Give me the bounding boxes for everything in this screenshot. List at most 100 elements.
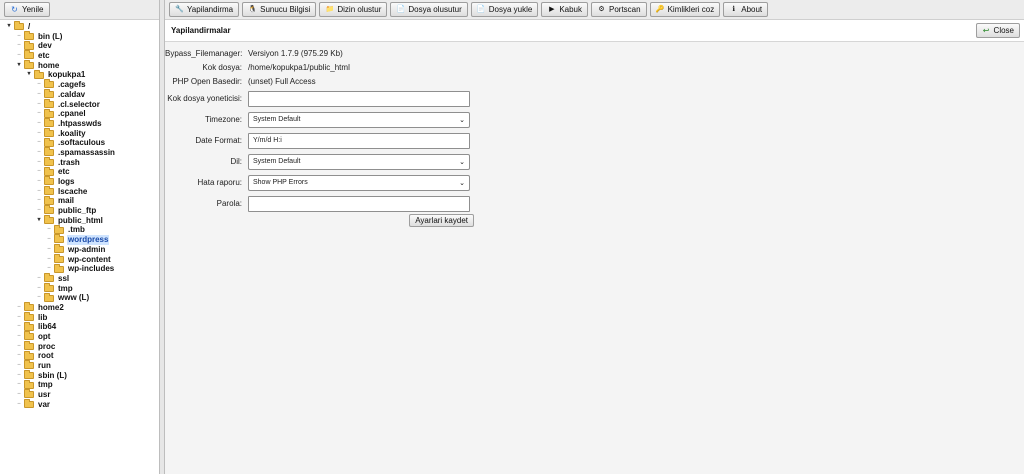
tree-node-label: mail — [58, 196, 75, 206]
folder-icon — [44, 147, 54, 157]
tree-connector-icon: – — [37, 207, 41, 214]
shell-icon: ▶ — [549, 6, 555, 13]
language-select[interactable]: System Default ⌄ — [248, 153, 470, 170]
tree-node[interactable]: ▾ public_html — [0, 215, 159, 226]
tree-node-label: public_ftp — [58, 206, 97, 216]
tree-node[interactable]: – public_ftp — [0, 205, 159, 216]
password-input[interactable] — [248, 195, 470, 212]
linux-icon: 🐧 — [248, 6, 257, 13]
folder-icon — [44, 205, 54, 215]
chevron-down-icon: ⌄ — [459, 179, 465, 187]
toolbar-button-label: Portscan — [609, 5, 641, 14]
toolbar-button-kabuk[interactable]: ▶ Kabuk — [541, 2, 588, 17]
tree-node[interactable]: – wp-admin — [0, 244, 159, 255]
tree-node[interactable]: – bin (L) — [0, 31, 159, 42]
tree-node-label: sbin (L) — [38, 370, 67, 380]
tree-node-label: wp-includes — [68, 264, 115, 274]
tree-connector-icon: – — [47, 226, 51, 233]
tree-node-label: etc — [58, 167, 70, 177]
folder-icon — [24, 370, 34, 380]
tree-node[interactable]: – wordpress — [0, 234, 159, 245]
save-settings-button[interactable]: Ayarlari kaydet — [409, 214, 474, 227]
toolbar-button-dosya-olusutur[interactable]: 📄 Dosya olusutur — [390, 2, 468, 17]
expanded-arrow-icon[interactable]: ▾ — [34, 216, 44, 226]
close-button[interactable]: ↩ Close — [975, 23, 1020, 38]
tree-node[interactable]: – .cl.selector — [0, 98, 159, 110]
tree-node[interactable]: – lib — [0, 311, 159, 323]
folder-icon — [54, 244, 64, 254]
info-value: Versiyon 1.7.9 (975.29 Kb) — [248, 48, 343, 58]
toolbar-button-kimlikleri-coz[interactable]: 🔑 Kimlikleri coz — [649, 2, 721, 17]
date-format-input[interactable]: Y/m/d H:i — [248, 132, 470, 149]
tree-node-label: .softaculous — [58, 138, 106, 148]
tree-node[interactable]: – proc — [0, 341, 159, 352]
toolbar-button-about[interactable]: ℹ About — [723, 2, 769, 17]
tree-connector-icon: – — [17, 362, 21, 369]
tree-node[interactable]: – etc — [0, 166, 159, 177]
toolbar-button-label: Dosya olusutur — [408, 5, 462, 14]
tree-node[interactable]: – mail — [0, 195, 159, 206]
toolbar-button-label: About — [741, 5, 763, 14]
save-row: Ayarlari kaydet — [165, 214, 474, 227]
tree-node-label: root — [38, 351, 54, 361]
tree-node[interactable]: – .htpasswds — [0, 118, 159, 129]
tree-node[interactable]: – sbin (L) — [0, 370, 159, 381]
timezone-select[interactable]: System Default ⌄ — [248, 111, 470, 128]
error-report-select[interactable]: Show PHP Errors ⌄ — [248, 174, 470, 191]
refresh-button[interactable]: ↻ Yenile — [4, 2, 50, 17]
tree-node-label: .cl.selector — [58, 99, 100, 109]
tree-node[interactable]: – tmp — [0, 282, 159, 294]
toolbar-button-dizin-olustur[interactable]: 📁 Dizin olustur — [319, 2, 388, 17]
form-row-password: Parola: — [165, 193, 1024, 214]
tree-node[interactable]: ▾ home — [0, 60, 159, 71]
expanded-arrow-icon[interactable]: ▾ — [14, 61, 24, 71]
folder-icon — [24, 341, 34, 351]
tree-node[interactable]: – wp-content — [0, 253, 159, 265]
tree-node[interactable]: – .koality — [0, 127, 159, 139]
root-manager-input[interactable] — [248, 90, 470, 107]
info-row-filemanager: Bypass_Filemanager: Versiyon 1.7.9 (975.… — [165, 46, 1024, 60]
tree-node[interactable]: – ssl — [0, 273, 159, 284]
toolbar-button-dosya-yukle[interactable]: 📄 Dosya yukle — [470, 2, 539, 17]
tree-node-label: wp-content — [68, 254, 111, 264]
tree-connector-icon: – — [37, 81, 41, 88]
tree-node[interactable]: – var — [0, 399, 159, 410]
tree-connector-icon: – — [47, 245, 51, 252]
tree-node[interactable]: – .cagefs — [0, 79, 159, 90]
toolbar-button-yapilandirma[interactable]: 🔧 Yapilandirma — [169, 2, 240, 17]
form-row-error-report: Hata raporu: Show PHP Errors ⌄ — [165, 172, 1024, 193]
toolbar-button-portscan[interactable]: ⚙ Portscan — [591, 2, 647, 17]
tree-connector-icon: – — [37, 294, 41, 301]
folder-icon — [44, 118, 54, 128]
expanded-arrow-icon[interactable]: ▾ — [24, 70, 34, 80]
upload-icon: 📄 — [476, 6, 486, 13]
folder-icon — [24, 350, 34, 360]
tree-node[interactable]: – .tmb — [0, 224, 159, 235]
tree-node[interactable]: – .softaculous — [0, 137, 159, 148]
tree-node[interactable]: – logs — [0, 176, 159, 187]
folder-icon — [44, 195, 54, 205]
tree-node-label: .caldav — [58, 89, 86, 99]
folder-icon — [24, 321, 34, 331]
expanded-arrow-icon[interactable]: ▾ — [4, 22, 14, 32]
folder-icon — [44, 273, 54, 283]
info-row-root: Kok dosya: /home/kopukpa1/public_html — [165, 60, 1024, 74]
tree-node[interactable]: – .spamassassin — [0, 147, 159, 158]
tree-node-label: run — [38, 361, 51, 371]
tree-node[interactable]: – .trash — [0, 156, 159, 168]
tree-connector-icon: – — [37, 168, 41, 175]
tree-node[interactable]: – .caldav — [0, 89, 159, 100]
tree-node[interactable]: – wp-includes — [0, 263, 159, 274]
toolbar-button-sunucu-bilgisi[interactable]: 🐧 Sunucu Bilgisi — [242, 2, 317, 17]
folder-icon — [44, 89, 54, 99]
tree-node[interactable]: – .cpanel — [0, 108, 159, 119]
tree-node[interactable]: ▾ kopukpa1 — [0, 69, 159, 80]
info-row-basedir: PHP Open Basedir: (unset) Full Access — [165, 74, 1024, 88]
folder-icon — [24, 399, 34, 409]
form-row-language: Dil: System Default ⌄ — [165, 151, 1024, 172]
tree-node[interactable]: – lscache — [0, 186, 159, 197]
folder-icon — [24, 360, 34, 370]
tree-connector-icon: – — [37, 197, 41, 204]
tree-connector-icon: – — [47, 255, 51, 262]
tree-toolbar: ↻ Yenile — [0, 0, 159, 20]
